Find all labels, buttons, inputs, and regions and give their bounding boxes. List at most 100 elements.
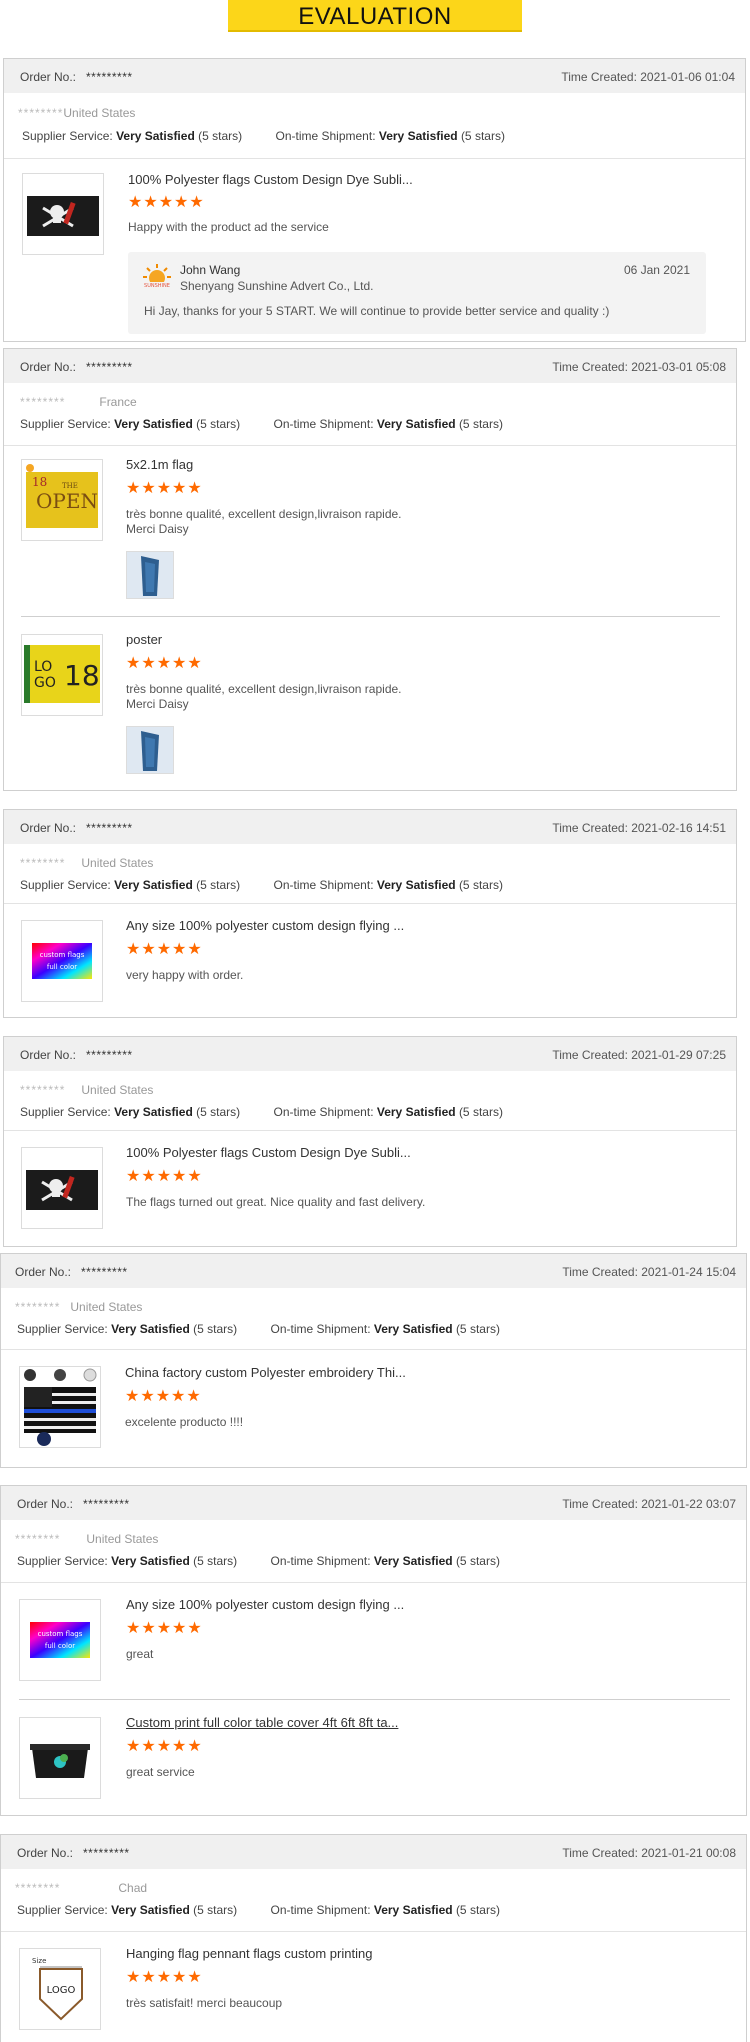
review-card: Order No.: ********* Time Created: 2021-… <box>0 1834 747 2042</box>
evaluation-title-bar: EVALUATION <box>228 0 522 32</box>
service-ratings: Supplier Service: Very Satisfied (5 star… <box>17 1554 500 1568</box>
svg-text:GO: GO <box>34 675 56 691</box>
review-header: Order No.: ********* Time Created: 2021-… <box>1 1835 746 1869</box>
time-created: Time Created: 2021-01-06 01:04 <box>561 70 735 84</box>
rating-stars: ★★★★★ <box>126 480 203 497</box>
buyer-country: United States <box>86 1532 159 1546</box>
review-comment: great <box>126 1647 154 1661</box>
divider <box>1 1582 746 1583</box>
review-card: Order No.: ********* Time Created: 2021-… <box>0 1485 747 1816</box>
supplier-service-label: Supplier Service: <box>17 1903 108 1917</box>
shipment-rating: Very Satisfied <box>373 1322 453 1336</box>
svg-text:18: 18 <box>64 659 100 692</box>
review-card: Order No.: ********* Time Created: 2021-… <box>0 1253 747 1468</box>
divider <box>4 445 736 446</box>
review-comment: The flags turned out great. Nice quality… <box>126 1195 426 1209</box>
buyer-country: United States <box>63 106 136 120</box>
product-name-link[interactable]: Custom print full color table cover 4ft … <box>126 1715 398 1730</box>
shipment-label: On-time Shipment: <box>270 1554 371 1568</box>
supplier-service-rating: Very Satisfied <box>111 1903 190 1917</box>
rating-stars: ★★★★★ <box>126 1969 203 1986</box>
divider <box>4 1130 736 1131</box>
review-comment: très bonne qualité, excellent design,liv… <box>126 507 402 536</box>
rating-stars: ★★★★★ <box>126 1620 203 1637</box>
shipment-stars-text: (5 stars) <box>458 878 503 892</box>
shipment-label: On-time Shipment: <box>273 878 374 892</box>
review-comment: very happy with order. <box>126 968 244 982</box>
product-name[interactable]: China factory custom Polyester embroider… <box>125 1365 406 1380</box>
product-thumbnail[interactable] <box>22 173 104 255</box>
review-photo[interactable] <box>126 726 174 774</box>
supplier-service-label: Supplier Service: <box>17 1554 108 1568</box>
divider <box>4 903 736 904</box>
buyer-name-mask: ******** <box>20 856 66 870</box>
product-name[interactable]: 100% Polyester flags Custom Design Dye S… <box>126 1145 411 1160</box>
order-no-label: Order No.: <box>20 70 77 84</box>
buyer-info: ******** United States <box>15 1300 142 1314</box>
review-comment: très bonne qualité, excellent design,liv… <box>126 682 402 711</box>
page-title: EVALUATION <box>298 3 452 30</box>
buyer-info: ******** United States <box>15 1532 158 1546</box>
service-ratings: Supplier Service: Very Satisfied (5 star… <box>20 1105 503 1119</box>
product-thumbnail[interactable]: 18 THE OPEN <box>21 459 103 541</box>
rainbow-flag-image: custom flags full color <box>30 1622 90 1658</box>
product-thumbnail[interactable]: LO GO 18 <box>21 634 103 716</box>
order-no-value: ********* <box>81 1265 128 1279</box>
time-created: Time Created: 2021-01-21 00:08 <box>562 1846 736 1860</box>
pirate-flag-image <box>26 1170 98 1210</box>
reply-company: Shenyang Sunshine Advert Co., Ltd. <box>180 279 374 293</box>
review-header: Order No.: ********* Time Created: 2021-… <box>4 59 745 93</box>
product-thumbnail[interactable]: custom flags full color <box>19 1599 101 1681</box>
buyer-name-mask: ******** <box>15 1532 61 1546</box>
product-name[interactable]: poster <box>126 632 162 647</box>
product-thumbnail[interactable] <box>19 1366 101 1448</box>
shipment-rating: Very Satisfied <box>373 1903 453 1917</box>
supplier-service-rating: Very Satisfied <box>114 1105 193 1119</box>
rating-stars: ★★★★★ <box>125 1388 202 1405</box>
buyer-country: United States <box>70 1300 143 1314</box>
review-comment: great service <box>126 1765 195 1779</box>
product-thumbnail[interactable]: custom flags full color <box>21 920 103 1002</box>
supplier-service-stars-text: (5 stars) <box>196 878 241 892</box>
review-photo-image <box>127 552 173 598</box>
shipment-stars-text: (5 stars) <box>458 417 503 431</box>
buyer-name-mask: ******** <box>18 106 64 120</box>
supplier-logo-icon: SUNSHINE <box>142 264 172 288</box>
product-divider <box>19 1699 730 1700</box>
supplier-service-rating: Very Satisfied <box>114 417 193 431</box>
shipment-label: On-time Shipment: <box>270 1903 371 1917</box>
product-name[interactable]: Any size 100% polyester custom design fl… <box>126 918 404 933</box>
order-no-label: Order No.: <box>20 821 77 835</box>
buyer-name-mask: ******** <box>15 1881 61 1895</box>
product-name[interactable]: Hanging flag pennant flags custom printi… <box>126 1946 372 1961</box>
pirate-flag-image <box>27 196 99 236</box>
product-thumbnail[interactable]: Size LOGO <box>19 1948 101 2030</box>
svg-text:LO: LO <box>34 659 52 675</box>
review-card: Order No.: ********* Time Created: 2021-… <box>3 809 737 1018</box>
review-photo[interactable] <box>126 551 174 599</box>
supplier-service-stars-text: (5 stars) <box>196 417 241 431</box>
supplier-service-label: Supplier Service: <box>20 1105 111 1119</box>
buyer-info: ******** United States <box>20 1083 153 1097</box>
product-name[interactable]: 5x2.1m flag <box>126 457 193 472</box>
product-name[interactable]: Any size 100% polyester custom design fl… <box>126 1597 404 1612</box>
review-card: Order No.: ********* Time Created: 2021-… <box>3 58 746 342</box>
supplier-service-stars-text: (5 stars) <box>193 1322 238 1336</box>
service-ratings: Supplier Service: Very Satisfied (5 star… <box>20 417 503 431</box>
buyer-info: ******** United States <box>20 856 153 870</box>
shipment-rating: Very Satisfied <box>376 878 456 892</box>
supplier-service-stars-text: (5 stars) <box>196 1105 241 1119</box>
review-photo-image <box>127 727 173 773</box>
product-thumbnail[interactable] <box>21 1147 103 1229</box>
review-comment: excelente producto !!!! <box>125 1415 244 1429</box>
shipment-rating: Very Satisfied <box>376 417 456 431</box>
service-ratings: Supplier Service: Very Satisfied (5 star… <box>22 129 505 143</box>
buyer-name-mask: ******** <box>20 1083 66 1097</box>
divider <box>1 1931 746 1932</box>
order-no-value: ********* <box>86 821 133 835</box>
reply-text: Hi Jay, thanks for your 5 START. We will… <box>144 304 610 318</box>
product-thumbnail[interactable] <box>19 1717 101 1799</box>
shipment-stars-text: (5 stars) <box>455 1322 500 1336</box>
rating-stars: ★★★★★ <box>126 1168 203 1185</box>
product-name[interactable]: 100% Polyester flags Custom Design Dye S… <box>128 172 413 187</box>
